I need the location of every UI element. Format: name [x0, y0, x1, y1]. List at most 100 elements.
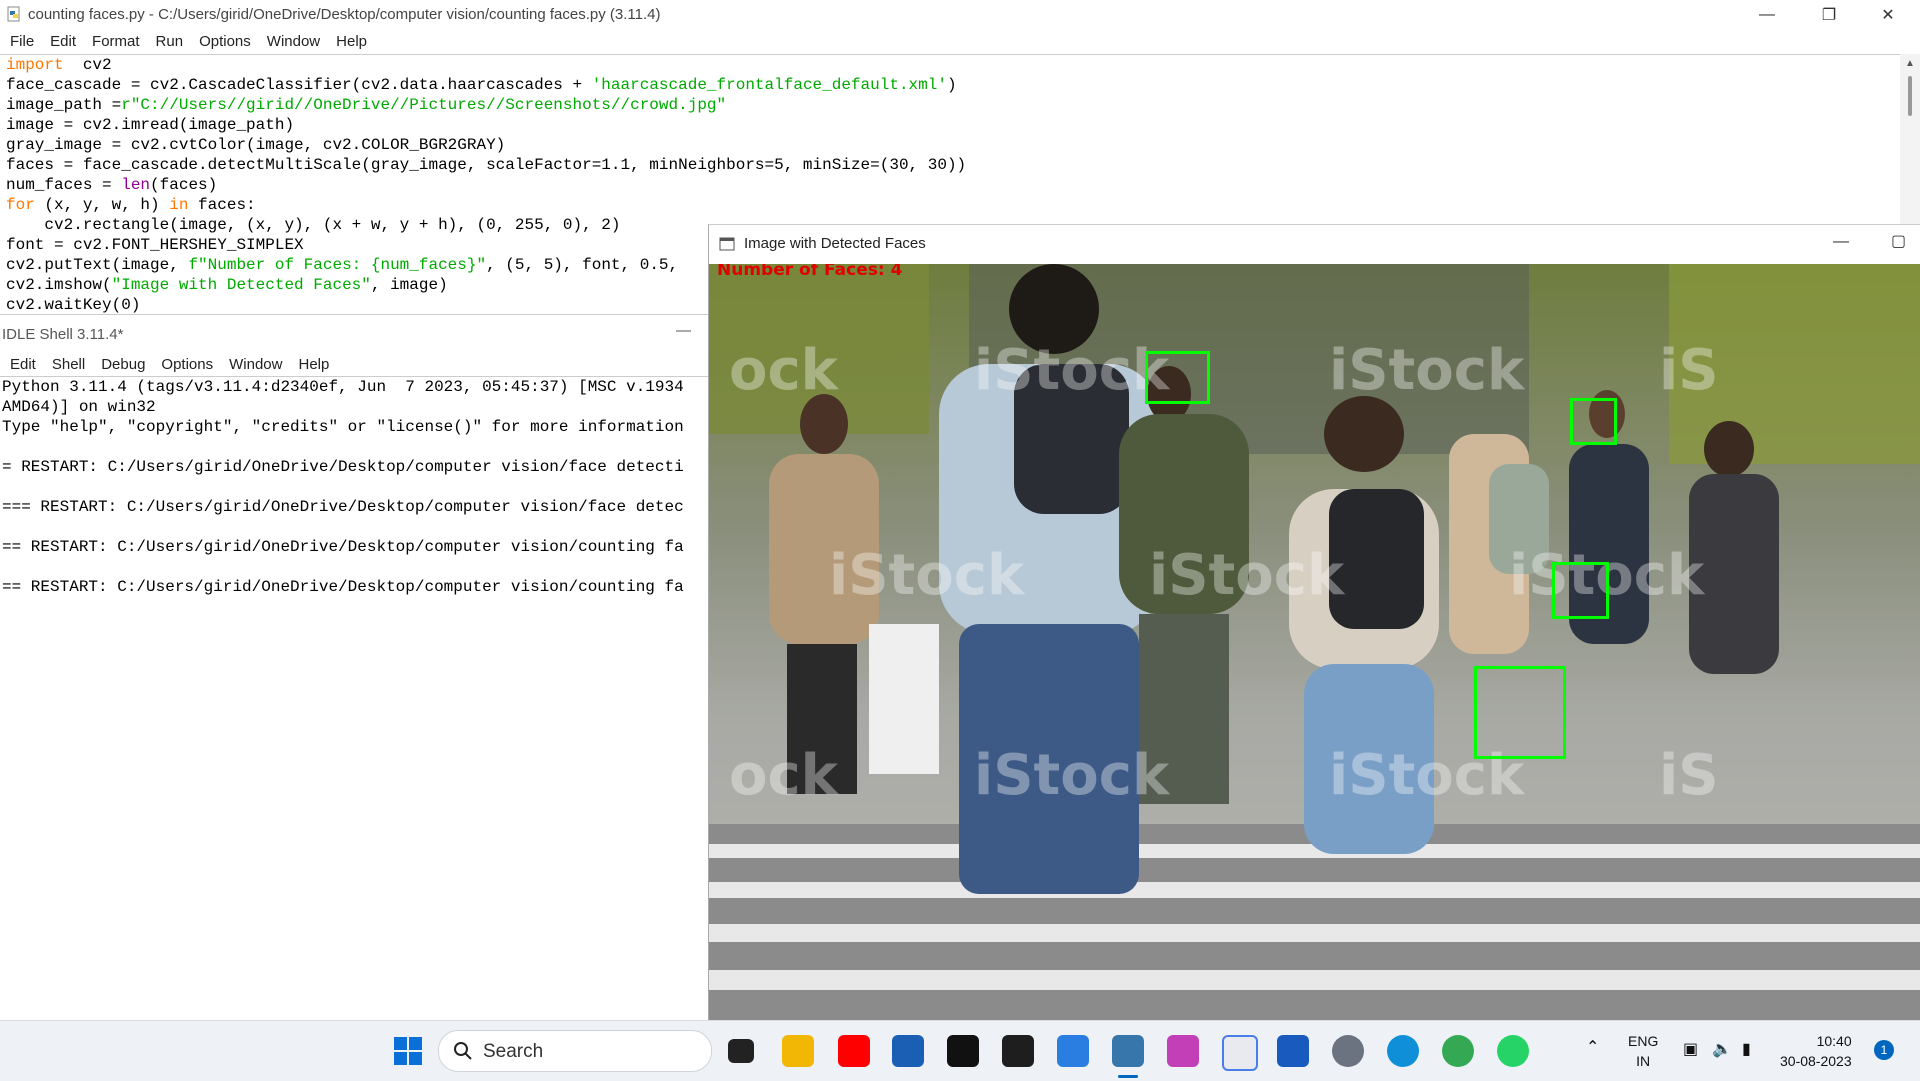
watermark: ock	[729, 338, 840, 403]
editor-title: counting faces.py - C:/Users/girid/OneDr…	[28, 6, 661, 23]
python-file-icon	[7, 6, 20, 22]
cv-window-titlebar: Image with Detected Faces — ▢	[709, 225, 1920, 263]
volume-muted-icon[interactable]: 🔈	[1712, 1039, 1732, 1059]
crowd-photo: ock iStock iStock iS iStock iStock iStoc…	[709, 264, 1920, 1021]
watermark: iStock	[1149, 543, 1346, 608]
windows-start-icon[interactable]	[392, 1035, 424, 1067]
editor-menu-edit[interactable]: Edit	[50, 33, 76, 50]
copilot-app-icon[interactable]	[947, 1035, 979, 1067]
task-view-icon[interactable]	[728, 1039, 754, 1063]
cv-maximize-button[interactable]: ▢	[1891, 231, 1906, 251]
watermark: iS	[1659, 743, 1719, 808]
watermark: iStock	[974, 338, 1171, 403]
code-line: for (x, y, w, h) in faces:	[6, 195, 966, 215]
language-label: ENG	[1628, 1033, 1659, 1049]
shell-line: == RESTART: C:/Users/girid/OneDrive/Desk…	[2, 578, 684, 596]
shell-menu-help[interactable]: Help	[298, 356, 329, 373]
network-icon[interactable]: ▣	[1683, 1039, 1698, 1059]
settings-gear-icon[interactable]	[1332, 1035, 1364, 1067]
code-token: "Image with Detected Faces"	[111, 276, 371, 294]
shell-menu-window[interactable]: Window	[229, 356, 282, 373]
language-indicator[interactable]: ENG IN	[1628, 1031, 1658, 1071]
code-line: faces = face_cascade.detectMultiScale(gr…	[6, 155, 966, 175]
battery-icon[interactable]: ▮	[1742, 1039, 1751, 1059]
wps-office-icon[interactable]	[1167, 1035, 1199, 1067]
editor-menu-run[interactable]: Run	[156, 33, 184, 50]
editor-menubar: File Edit Format Run Options Window Help	[0, 29, 373, 54]
shell-menu-shell[interactable]: Shell	[52, 356, 85, 373]
code-token: f"Number of Faces: {num_faces}"	[188, 256, 487, 274]
code-line: gray_image = cv2.cvtColor(image, cv2.COL…	[6, 135, 966, 155]
code-line: face_cascade = cv2.CascadeClassifier(cv2…	[6, 75, 966, 95]
calendar-icon[interactable]	[1057, 1035, 1089, 1067]
edge-browser-icon[interactable]	[1387, 1035, 1419, 1067]
code-token: image_path =	[6, 96, 122, 114]
editor-menu-options[interactable]: Options	[199, 33, 251, 50]
taskbar: Search ⌃ ENG IN ▣ 🔈 ▮ 10:40 30-08-2023 1	[0, 1020, 1920, 1081]
word-icon[interactable]	[1277, 1035, 1309, 1067]
code-token: cv2	[63, 56, 112, 74]
code-token: num_faces =	[6, 176, 122, 194]
watermark: iStock	[829, 543, 1026, 608]
snipping-tool-icon[interactable]	[1222, 1035, 1258, 1071]
watermark: iStock	[974, 743, 1171, 808]
face-detection-box	[1570, 398, 1617, 445]
code-token: cv2.rectangle(image, (x, y), (x + w, y +…	[6, 216, 621, 234]
code-token: cv2.putText(image,	[6, 256, 189, 274]
code-token: gray_image = cv2.cvtColor(image, cv2.COL…	[6, 136, 506, 154]
terminal-icon[interactable]	[1002, 1035, 1034, 1067]
shell-menu-options[interactable]: Options	[161, 356, 213, 373]
code-line: num_faces = len(faces)	[6, 175, 966, 195]
microsoft-store-icon[interactable]	[892, 1035, 924, 1067]
shell-titlebar: IDLE Shell 3.11.4* —	[0, 322, 710, 344]
watermark: ock	[729, 743, 840, 808]
close-button[interactable]: ✕	[1865, 0, 1911, 29]
code-token: image = cv2.imread(image_path)	[6, 116, 295, 134]
editor-titlebar: counting faces.py - C:/Users/girid/OneDr…	[0, 0, 1920, 29]
code-token: (x, y, w, h)	[34, 196, 170, 214]
clock-date: 30-08-2023	[1780, 1053, 1852, 1069]
clock[interactable]: 10:40 30-08-2023	[1780, 1031, 1852, 1071]
shell-line: AMD64)] on win32	[2, 398, 156, 416]
code-token: font = cv2.FONT_HERSHEY_SIMPLEX	[6, 236, 304, 254]
chrome-icon[interactable]	[1442, 1035, 1474, 1067]
code-token: in	[169, 196, 189, 214]
editor-menu-file[interactable]: File	[10, 33, 34, 50]
notification-badge[interactable]: 1	[1874, 1040, 1894, 1060]
file-explorer-icon[interactable]	[782, 1035, 814, 1067]
minimize-button[interactable]: —	[1744, 0, 1790, 29]
shell-line: = RESTART: C:/Users/girid/OneDrive/Deskt…	[2, 458, 684, 476]
search-icon	[454, 1042, 472, 1060]
shell-output[interactable]: Python 3.11.4 (tags/v3.11.4:d2340ef, Jun…	[2, 377, 707, 597]
code-token: face_cascade = cv2.CascadeClassifier(cv2…	[6, 76, 592, 94]
whatsapp-icon[interactable]	[1497, 1035, 1529, 1067]
editor-menu-window[interactable]: Window	[267, 33, 320, 50]
detected-faces-image: ock iStock iStock iS iStock iStock iStoc…	[709, 264, 1920, 1021]
watermark: iStock	[1329, 338, 1526, 403]
shell-line: Type "help", "copyright", "credits" or "…	[2, 418, 684, 436]
restore-button[interactable]: ❐	[1806, 0, 1852, 29]
code-token: , image)	[370, 276, 448, 294]
code-token: , (5, 5), font, 0.5,	[486, 256, 679, 274]
code-token: )	[946, 76, 957, 94]
chevron-up-icon[interactable]: ⌃	[1586, 1037, 1599, 1057]
code-token: (faces)	[150, 176, 218, 194]
scroll-up-icon[interactable]: ▲	[1905, 58, 1915, 69]
shell-minimize-button[interactable]: —	[676, 322, 691, 339]
python-idle-icon[interactable]	[1112, 1035, 1144, 1067]
taskbar-search[interactable]: Search	[438, 1030, 712, 1072]
editor-menu-help[interactable]: Help	[336, 33, 367, 50]
code-line: image = cv2.imread(image_path)	[6, 115, 966, 135]
scroll-thumb[interactable]	[1908, 76, 1912, 116]
shell-menu-edit[interactable]: Edit	[10, 356, 36, 373]
cv-minimize-button[interactable]: —	[1833, 233, 1849, 251]
shell-menu-debug[interactable]: Debug	[101, 356, 145, 373]
code-line: import cv2	[6, 55, 966, 75]
youtube-icon[interactable]	[838, 1035, 870, 1067]
code-line: image_path =r"C://Users//girid//OneDrive…	[6, 95, 966, 115]
editor-menu-format[interactable]: Format	[92, 33, 140, 50]
cv-image-window: Image with Detected Faces — ▢ ock iStock…	[708, 224, 1920, 1021]
shell-menubar: Edit Shell Debug Options Window Help	[0, 352, 335, 377]
